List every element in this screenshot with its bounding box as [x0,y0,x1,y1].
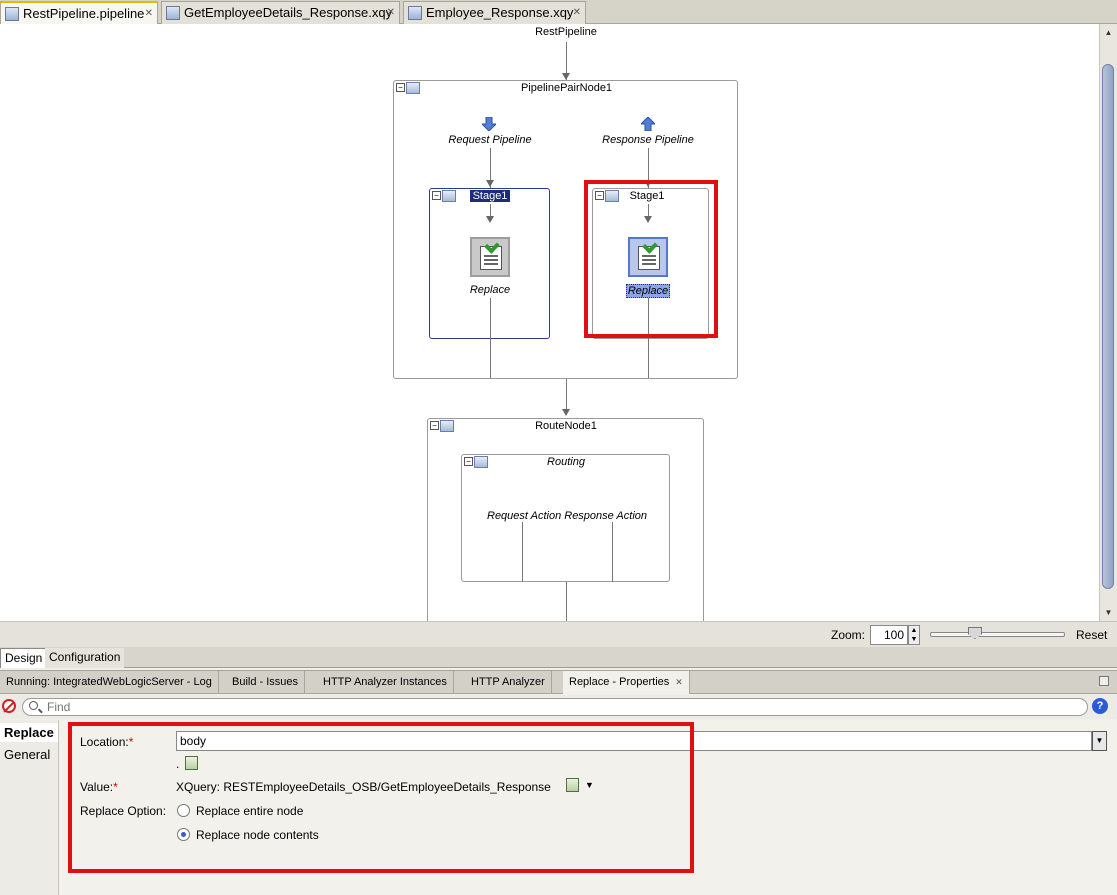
routing-actions-label: Request Action Response Action [487,510,647,522]
zoom-slider-track[interactable] [930,632,1065,637]
tab-design[interactable]: Design [0,648,48,668]
routing-icon [474,456,488,468]
canvas-vertical-scrollbar[interactable]: ▲ ▼ [1099,24,1117,621]
chevron-down-icon[interactable]: ▼ [1092,731,1107,751]
tab-getemployeedetails-response[interactable]: GetEmployeeDetails_Response.xqy ✕ [161,1,400,24]
close-icon[interactable]: ✕ [145,3,153,25]
minimize-icon[interactable] [1099,676,1109,686]
view-tabs: Design Configuration [0,647,1117,668]
find-toolbar: ? [0,695,1117,719]
tab-label: RestPipeline.pipeline [23,6,145,21]
zoom-input[interactable]: 100 [870,625,908,645]
flow-arrow [562,73,570,80]
properties-nav: Replace General [0,720,58,895]
find-field[interactable] [22,698,1088,716]
flow-arrow [486,180,494,187]
pipeline-file-icon [5,7,19,21]
replace-action-icon[interactable] [470,237,510,277]
close-icon[interactable]: ✕ [387,2,395,24]
route-node-title: RouteNode1 [535,420,597,432]
zoom-bar: Zoom: 100 ▲ ▼ Reset [0,621,1117,647]
connector [522,522,523,582]
collapse-icon[interactable]: − [430,421,439,430]
pipeline-pair-title: PipelinePairNode1 [520,82,613,94]
tab-label: HTTP Analyzer Instances [323,676,447,688]
routing-title: Routing [547,456,585,468]
replace-action-label[interactable]: Replace [455,284,525,296]
down-arrow-icon [482,117,496,131]
connector [490,298,491,378]
tab-label: Build - Issues [232,676,299,688]
tab-http-analyzer[interactable]: HTTP Analyzer [465,671,552,694]
pipeline-pair-icon [406,82,420,94]
root-node-label[interactable]: RestPipeline [516,26,616,38]
tab-configuration[interactable]: Configuration [45,648,125,668]
scrollbar-thumb[interactable] [1102,64,1114,589]
search-icon [29,701,38,710]
xquery-file-icon [166,6,180,20]
tab-restpipeline[interactable]: RestPipeline.pipeline ✕ [0,1,158,25]
editor-tab-bar: RestPipeline.pipeline ✕ GetEmployeeDetai… [0,0,1117,25]
close-icon[interactable]: ✕ [675,677,683,687]
stop-icon[interactable] [2,699,16,713]
request-pipeline-label[interactable]: Request Pipeline [435,134,545,146]
tab-label: HTTP Analyzer [471,676,545,688]
highlight-box [68,722,694,873]
stage-title: Stage1 [470,190,510,202]
scroll-down-icon[interactable]: ▼ [1102,606,1115,619]
collapse-icon[interactable]: − [432,191,441,200]
collapse-icon[interactable]: − [396,83,405,92]
close-icon[interactable]: ✕ [573,2,581,24]
properties-section-title[interactable]: Replace [0,723,58,742]
stage-icon [442,190,456,202]
connector [566,582,567,621]
flow-arrow [562,409,570,416]
collapse-icon[interactable]: − [464,457,473,466]
flow-arrow [486,216,494,223]
tab-http-analyzer-instances[interactable]: HTTP Analyzer Instances [317,671,454,694]
tab-server-log[interactable]: Running: IntegratedWebLogicServer - Log [0,671,219,694]
tab-label: Employee_Response.xqy [426,5,574,20]
zoom-spinner[interactable]: ▲ ▼ [908,625,920,645]
zoom-slider-knob[interactable] [968,627,982,639]
highlight-box [584,180,718,338]
xquery-file-icon [408,6,422,20]
reset-button[interactable]: Reset [1076,628,1107,642]
zoom-label: Zoom: [831,628,866,642]
scroll-up-icon[interactable]: ▲ [1102,26,1115,39]
tab-build-issues[interactable]: Build - Issues [226,671,306,694]
tab-replace-properties[interactable]: Replace - Properties ✕ [563,671,690,694]
response-pipeline-label[interactable]: Response Pipeline [590,134,706,146]
tab-employee-response[interactable]: Employee_Response.xqy ✕ [403,1,586,24]
up-arrow-icon [641,117,655,131]
tab-label: Replace - Properties [569,676,670,688]
pipeline-canvas[interactable]: RestPipeline − PipelinePairNode1 Request… [0,24,1099,621]
help-icon[interactable]: ? [1092,698,1108,714]
tab-label: Running: IntegratedWebLogicServer - Log [6,676,212,688]
properties-general-item[interactable]: General [4,747,50,762]
tab-label: GetEmployeeDetails_Response.xqy [184,5,393,20]
routing-node[interactable]: − Routing Request Action Response Action [461,454,670,582]
log-tab-bar: Running: IntegratedWebLogicServer - Log … [0,670,1117,694]
find-input[interactable] [47,700,947,714]
connector [612,522,613,582]
route-node-icon [440,420,454,432]
